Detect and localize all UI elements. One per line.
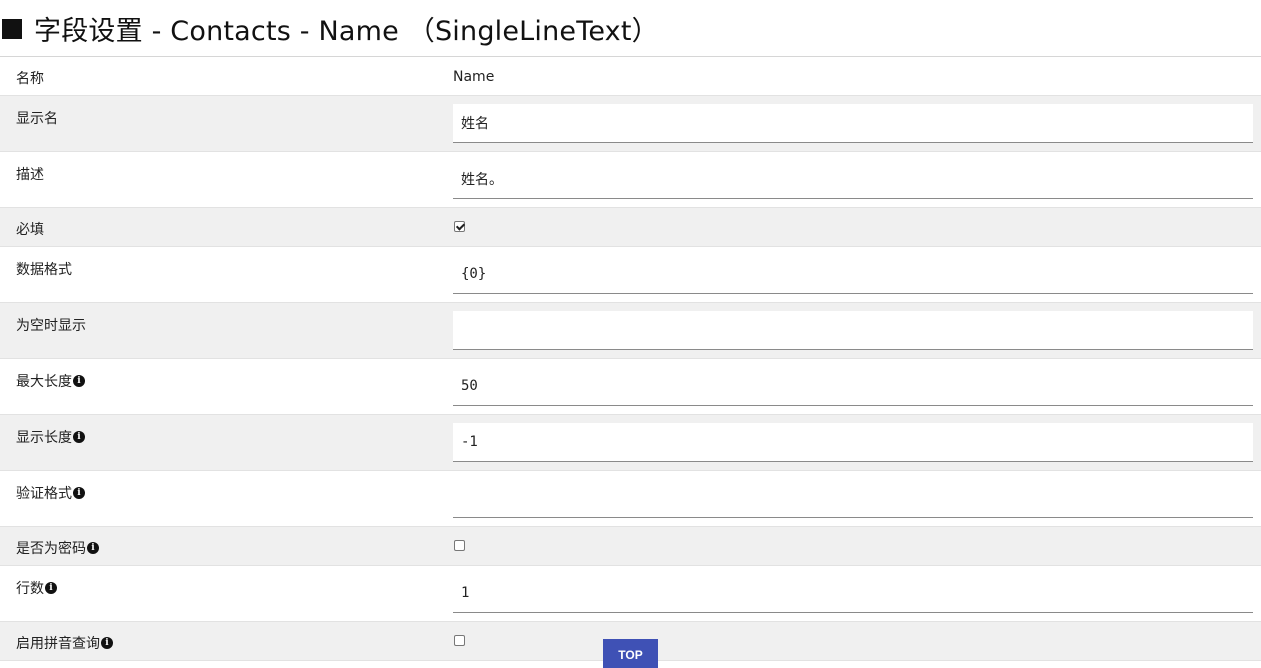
row-empty-display: 为空时显示 [0, 303, 1261, 359]
page-header: 字段设置 - Contacts - Name （SingleLineText） [0, 0, 1261, 57]
required-checkbox[interactable] [454, 221, 465, 232]
page-title: 字段设置 - Contacts - Name （SingleLineText） [34, 15, 659, 47]
name-label: 名称 [16, 71, 44, 87]
display-length-input[interactable] [453, 423, 1253, 462]
pinyin-search-checkbox[interactable] [454, 635, 465, 646]
square-bullet-icon [2, 18, 22, 39]
pinyin-search-label: 启用拼音查询 i [16, 633, 113, 653]
info-icon[interactable]: i [87, 542, 99, 554]
rows-label: 行数 i [16, 578, 57, 598]
empty-display-label: 为空时显示 [16, 318, 86, 334]
data-format-label: 数据格式 [16, 262, 72, 278]
max-length-label: 最大长度 i [16, 371, 85, 391]
display-name-label: 显示名 [16, 111, 58, 127]
description-label: 描述 [16, 167, 44, 183]
settings-table: 名称 Name 显示名 描述 必填 数据格式 为空时显示 [0, 57, 1261, 661]
row-rows: 行数 i [0, 566, 1261, 622]
row-display-name: 显示名 [0, 96, 1261, 152]
info-icon[interactable]: i [73, 375, 85, 387]
field-settings-page: 字段设置 - Contacts - Name （SingleLineText） … [0, 0, 1261, 668]
row-validation-format: 验证格式 i [0, 471, 1261, 527]
validation-format-label: 验证格式 i [16, 483, 85, 503]
is-password-checkbox[interactable] [454, 540, 465, 551]
back-to-top-button[interactable]: TOP [603, 639, 658, 668]
row-data-format: 数据格式 [0, 247, 1261, 303]
required-label: 必填 [16, 222, 44, 238]
row-max-length: 最大长度 i [0, 359, 1261, 415]
max-length-input[interactable] [453, 367, 1253, 406]
row-name: 名称 Name [0, 57, 1261, 96]
row-description: 描述 [0, 152, 1261, 208]
name-value: Name [453, 69, 495, 85]
info-icon[interactable]: i [101, 637, 113, 649]
data-format-input[interactable] [453, 255, 1253, 294]
description-input[interactable] [453, 160, 1253, 199]
empty-display-input[interactable] [453, 311, 1253, 350]
validation-format-input[interactable] [453, 479, 1253, 518]
info-icon[interactable]: i [73, 431, 85, 443]
info-icon[interactable]: i [73, 487, 85, 499]
is-password-label: 是否为密码 i [16, 538, 99, 558]
row-is-password: 是否为密码 i [0, 527, 1261, 566]
info-icon[interactable]: i [45, 582, 57, 594]
rows-input[interactable] [453, 574, 1253, 613]
display-name-input[interactable] [453, 104, 1253, 143]
row-display-length: 显示长度 i [0, 415, 1261, 471]
row-required: 必填 [0, 208, 1261, 247]
display-length-label: 显示长度 i [16, 427, 85, 447]
